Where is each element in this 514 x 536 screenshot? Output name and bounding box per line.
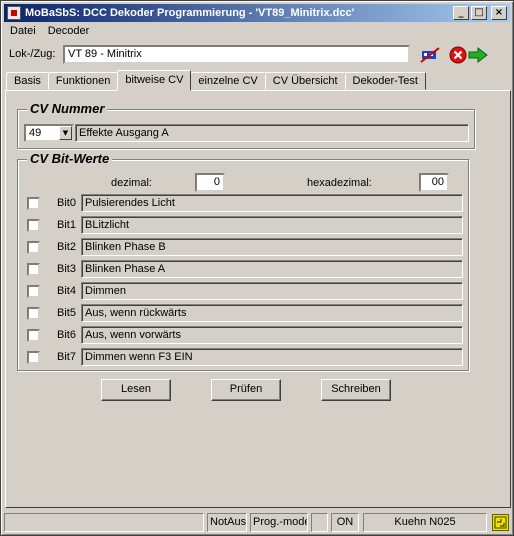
bit-description: Dimmen xyxy=(81,282,463,300)
bit-label: Bit1 xyxy=(57,219,76,231)
status-on: ON xyxy=(331,513,359,532)
maximize-button[interactable]: □ xyxy=(471,6,487,20)
bit-label: Bit7 xyxy=(57,351,76,363)
bit-row: Bit4 Dimmen xyxy=(17,282,469,300)
status-mode: Prog.-mode xyxy=(250,513,308,532)
bit-row: Bit1 BLitzlicht xyxy=(17,216,469,234)
bit-description: Aus, wenn rückwärts xyxy=(81,304,463,322)
tab-basis[interactable]: Basis xyxy=(6,72,49,90)
bit-row: Bit3 Blinken Phase A xyxy=(17,260,469,278)
app-icon xyxy=(7,6,21,20)
bit-description: Pulsierendes Licht xyxy=(81,194,463,212)
bit2-checkbox[interactable] xyxy=(27,241,40,254)
bit-label: Bit5 xyxy=(57,307,76,319)
hex-input[interactable]: 00 xyxy=(419,173,449,192)
tab-dekoder-test[interactable]: Dekoder-Test xyxy=(344,72,426,90)
bit-description: Blinken Phase A xyxy=(81,260,463,278)
bit-label: Bit0 xyxy=(57,197,76,209)
cv-number-select[interactable]: 49 ▼ xyxy=(24,124,74,142)
cv-number-group: CV Nummer 49 ▼ Effekte Ausgang A xyxy=(17,101,475,149)
bit-label: Bit2 xyxy=(57,241,76,253)
decimal-input[interactable]: 0 xyxy=(195,173,225,192)
bit-label: Bit3 xyxy=(57,263,76,275)
lok-row: Lok-/Zug: VT 89 - Minitrix xyxy=(1,44,514,66)
bit-row: Bit6 Aus, wenn vorwärts xyxy=(17,326,469,344)
bit-row: Bit0 Pulsierendes Licht xyxy=(17,194,469,212)
bit7-checkbox[interactable] xyxy=(27,351,40,364)
lok-label: Lok-/Zug: xyxy=(9,48,56,60)
bit0-checkbox[interactable] xyxy=(27,197,40,210)
bit-label: Bit4 xyxy=(57,285,76,297)
tab-funktionen[interactable]: Funktionen xyxy=(47,72,119,90)
status-empty xyxy=(311,513,328,532)
green-arrow-icon[interactable] xyxy=(467,45,489,65)
bit-description: BLitzlicht xyxy=(81,216,463,234)
cv-number-title: CV Nummer xyxy=(27,101,108,116)
tab-cv-uebersicht[interactable]: CV Übersicht xyxy=(264,72,346,90)
close-button[interactable]: × xyxy=(491,6,507,20)
menu-decoder[interactable]: Decoder xyxy=(42,23,96,41)
lok-input[interactable]: VT 89 - Minitrix xyxy=(63,45,410,64)
loco-decoder-icon[interactable] xyxy=(419,45,441,65)
bit-description: Blinken Phase B xyxy=(81,238,463,256)
status-notaus: NotAus xyxy=(207,513,247,532)
hex-label: hexadezimal: xyxy=(307,177,372,189)
write-button[interactable]: Schreiben xyxy=(321,379,391,401)
menu-datei[interactable]: Datei xyxy=(4,23,42,41)
connection-status-icon xyxy=(492,514,509,531)
tab-einzelne-cv[interactable]: einzelne CV xyxy=(190,72,266,90)
bit-row: Bit5 Aus, wenn rückwärts xyxy=(17,304,469,322)
read-button[interactable]: Lesen xyxy=(101,379,171,401)
cv-bits-title: CV Bit-Werte xyxy=(27,151,113,166)
cv-description: Effekte Ausgang A xyxy=(75,124,469,142)
bit-description: Aus, wenn vorwärts xyxy=(81,326,463,344)
title-bar[interactable]: MoBaSbS: DCC Dekoder Programmierung - 'V… xyxy=(4,4,510,22)
window-title: MoBaSbS: DCC Dekoder Programmierung - 'V… xyxy=(25,7,355,19)
bit1-checkbox[interactable] xyxy=(27,219,40,232)
minimize-button[interactable]: _ xyxy=(453,6,469,20)
verify-button[interactable]: Prüfen xyxy=(211,379,281,401)
chevron-down-icon[interactable]: ▼ xyxy=(59,126,72,140)
bit3-checkbox[interactable] xyxy=(27,263,40,276)
decimal-label: dezimal: xyxy=(111,177,152,189)
tab-strip: Basis Funktionen bitweise CV einzelne CV… xyxy=(6,70,426,91)
tab-bitweise-cv[interactable]: bitweise CV xyxy=(117,70,192,91)
status-system: Kuehn N025 xyxy=(363,513,487,532)
app-window: MoBaSbS: DCC Dekoder Programmierung - 'V… xyxy=(0,0,514,536)
status-main xyxy=(4,513,204,532)
bit-label: Bit6 xyxy=(57,329,76,341)
bit-row: Bit7 Dimmen wenn F3 EIN xyxy=(17,348,469,366)
bit6-checkbox[interactable] xyxy=(27,329,40,342)
bit4-checkbox[interactable] xyxy=(27,285,40,298)
bit5-checkbox[interactable] xyxy=(27,307,40,320)
bit-list: Bit0 Pulsierendes Licht Bit1 BLitzlicht … xyxy=(17,194,469,370)
bit-row: Bit2 Blinken Phase B xyxy=(17,238,469,256)
menu-bar: Datei Decoder xyxy=(4,23,95,41)
bit-description: Dimmen wenn F3 EIN xyxy=(81,348,463,366)
cv-number-value: 49 xyxy=(29,127,42,139)
